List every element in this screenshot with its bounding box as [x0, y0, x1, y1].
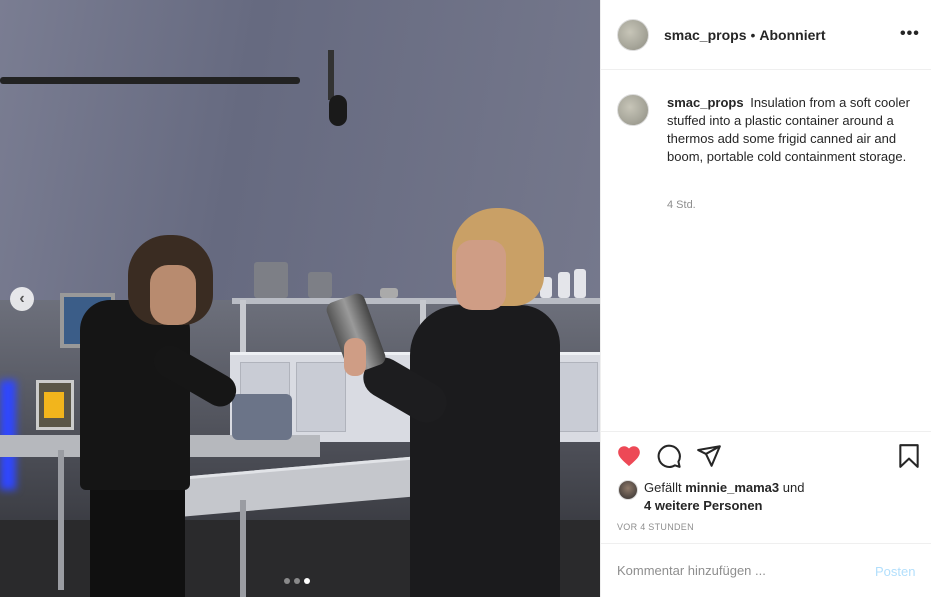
likes-others-link[interactable]: 4 weitere Personen: [644, 498, 763, 513]
likes-conjunction: und: [782, 480, 805, 495]
heart-icon[interactable]: [616, 443, 642, 469]
scene-person1-body: [80, 300, 190, 490]
scene-person2-hand: [344, 338, 366, 376]
scene-can: [308, 272, 332, 298]
scene-microphone: [329, 95, 347, 126]
caption-avatar[interactable]: [617, 94, 649, 126]
scene-can: [254, 262, 288, 298]
post-comment-button[interactable]: Posten: [875, 564, 915, 579]
avatar[interactable]: [617, 19, 649, 51]
scene-person2-body: [410, 305, 560, 597]
header-username-link[interactable]: smac_props: [664, 27, 746, 43]
post-sidebar: smac_props • Abonniert ••• smac_props Insu…: [600, 0, 931, 597]
scene-table-leg: [58, 450, 64, 590]
post-image[interactable]: ‹: [0, 0, 600, 597]
follow-status-button[interactable]: Abonniert: [759, 27, 825, 43]
scene-device: [232, 394, 292, 440]
carousel-dot: [284, 578, 290, 584]
post-header: smac_props • Abonniert •••: [601, 0, 931, 70]
scene-person1-face: [150, 265, 196, 325]
likes-prefix: Gefällt: [644, 480, 682, 495]
carousel-dot: [294, 578, 300, 584]
comment-icon[interactable]: [656, 443, 682, 469]
liker-username-link[interactable]: minnie_mama3: [685, 480, 779, 495]
scene-person1-legs: [90, 480, 185, 597]
post-timestamp[interactable]: VOR 4 STUNDEN: [617, 522, 694, 532]
liker-avatar[interactable]: [618, 480, 638, 500]
caption-username-link[interactable]: smac_props: [667, 95, 744, 110]
caption: smac_props Insulation from a soft cooler…: [667, 94, 917, 166]
carousel-prev-button[interactable]: ‹: [10, 287, 34, 311]
comment-input[interactable]: [617, 563, 857, 578]
scene-person2-face: [456, 240, 506, 310]
scene-shelf: [232, 298, 600, 304]
caption-section: smac_props Insulation from a soft cooler…: [601, 71, 931, 431]
comment-bar: Posten: [601, 543, 931, 597]
caption-time[interactable]: 4 Std.: [667, 199, 696, 211]
scene-cabinet-door: [296, 362, 346, 432]
scene-can: [380, 288, 398, 298]
scene-mic-stem: [328, 50, 334, 100]
scene-boom-pole: [0, 77, 300, 84]
post-actions: Gefällt minnie_mama3 und 4 weitere Perso…: [601, 431, 931, 543]
header-separator: •: [750, 27, 756, 43]
bookmark-icon[interactable]: [896, 443, 922, 469]
likes-text: Gefällt minnie_mama3 und 4 weitere Perso…: [644, 479, 884, 515]
scene-machine-screen: [44, 392, 64, 418]
carousel-dot-active: [304, 578, 310, 584]
scene-table-leg: [240, 500, 246, 597]
chevron-left-icon: ‹: [19, 290, 25, 307]
more-options-icon[interactable]: •••: [900, 25, 920, 43]
carousel-indicator: [284, 578, 310, 584]
scene-bottle: [558, 272, 570, 298]
header-user-line: smac_props • Abonniert: [664, 27, 826, 43]
scene-bottle: [574, 269, 586, 298]
share-icon[interactable]: [696, 443, 722, 469]
